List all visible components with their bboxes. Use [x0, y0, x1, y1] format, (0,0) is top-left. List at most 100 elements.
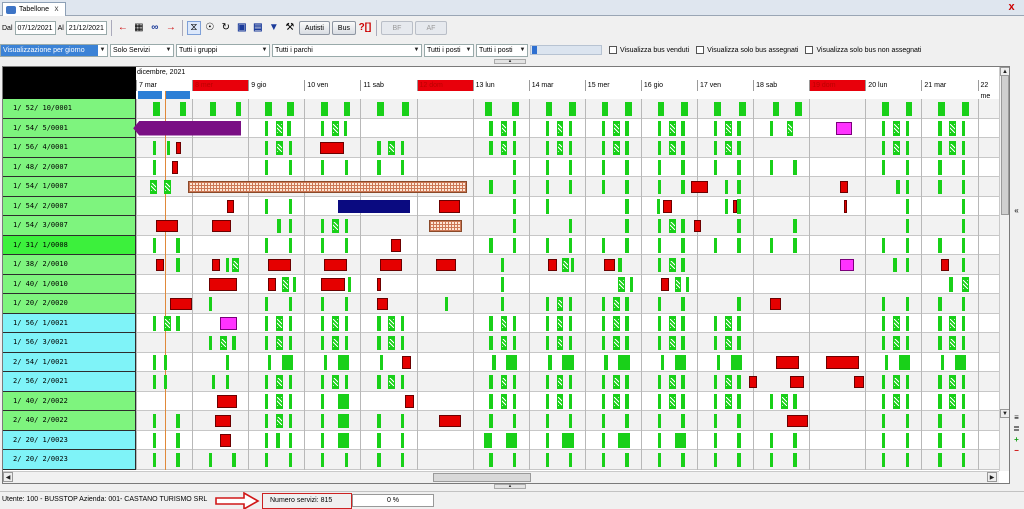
service-bar[interactable]	[545, 374, 549, 389]
service-bar[interactable]	[793, 238, 797, 253]
service-bar[interactable]	[882, 316, 886, 331]
service-bar[interactable]	[512, 218, 517, 233]
service-bar[interactable]	[569, 140, 573, 155]
service-bar[interactable]	[512, 335, 517, 350]
service-bar[interactable]	[321, 316, 325, 331]
service-bar[interactable]	[321, 238, 325, 253]
service-bar[interactable]	[343, 101, 351, 116]
service-bar-conflict[interactable]	[211, 258, 221, 271]
vehicle-row-label[interactable]: 2/ 40/ 2/0022	[3, 411, 136, 431]
service-bar[interactable]	[668, 316, 676, 331]
service-bar-conflict[interactable]	[854, 375, 865, 388]
service-bar[interactable]	[905, 335, 910, 350]
service-bar[interactable]	[681, 296, 685, 311]
service-bar[interactable]	[601, 160, 605, 175]
service-bar[interactable]	[725, 374, 732, 389]
service-bar[interactable]	[337, 413, 350, 428]
service-bar-conflict[interactable]	[694, 219, 701, 232]
service-bar[interactable]	[388, 316, 396, 331]
service-bar[interactable]	[152, 355, 157, 370]
service-bar[interactable]	[512, 140, 517, 155]
service-bar[interactable]	[938, 296, 942, 311]
service-bar[interactable]	[618, 257, 622, 272]
service-bar[interactable]	[681, 179, 685, 194]
service-bar[interactable]	[276, 335, 283, 350]
service-bar[interactable]	[545, 179, 549, 194]
day-header[interactable]: 17 ven	[697, 80, 754, 91]
service-bar[interactable]	[737, 433, 741, 448]
service-bar[interactable]	[377, 316, 381, 331]
service-bar[interactable]	[882, 394, 886, 409]
service-bar[interactable]	[545, 199, 549, 214]
service-bar[interactable]	[500, 374, 508, 389]
service-bar[interactable]	[400, 413, 405, 428]
service-bar-conflict[interactable]	[691, 180, 709, 193]
day-header[interactable]: 11 sab	[360, 80, 417, 91]
service-bar[interactable]	[882, 433, 886, 448]
service-bar[interactable]	[905, 257, 910, 272]
service-bar[interactable]	[265, 296, 269, 311]
service-bar[interactable]	[288, 238, 292, 253]
service-bar[interactable]	[961, 452, 966, 467]
service-bar[interactable]	[276, 140, 283, 155]
service-bar[interactable]	[569, 413, 573, 428]
service-bar[interactable]	[225, 257, 230, 272]
service-bar[interactable]	[713, 335, 718, 350]
vehicle-row-label[interactable]: 1/ 56/ 4/0001	[3, 138, 136, 158]
service-bar[interactable]	[961, 335, 966, 350]
service-bar[interactable]	[152, 374, 157, 389]
service-bar[interactable]	[400, 335, 405, 350]
day-header[interactable]: 14 mar	[528, 80, 585, 91]
service-bar[interactable]	[657, 335, 662, 350]
service-bar[interactable]	[225, 374, 230, 389]
service-bar[interactable]	[681, 160, 685, 175]
vehicle-row-label[interactable]: 2/ 56/ 2/0021	[3, 372, 136, 392]
service-bar-conflict[interactable]	[775, 356, 800, 369]
service-bar[interactable]	[343, 121, 347, 136]
splitter-handle[interactable]: ▴	[494, 59, 526, 64]
service-bar[interactable]	[277, 218, 281, 233]
service-bar[interactable]	[905, 296, 910, 311]
service-bar[interactable]	[288, 218, 292, 233]
service-bar[interactable]	[176, 316, 180, 331]
service-bar[interactable]	[625, 374, 629, 389]
service-bar[interactable]	[265, 140, 269, 155]
service-bar[interactable]	[725, 335, 732, 350]
service-bar[interactable]	[625, 335, 629, 350]
service-bar[interactable]	[265, 199, 269, 214]
service-bar[interactable]	[882, 335, 886, 350]
service-bar[interactable]	[716, 355, 720, 370]
service-bar[interactable]	[625, 413, 629, 428]
service-bar[interactable]	[556, 394, 564, 409]
service-bar[interactable]	[893, 140, 901, 155]
service-bar[interactable]	[961, 199, 966, 214]
service-bar-conflict[interactable]	[377, 297, 389, 310]
vehicle-row-label[interactable]: 1/ 54/ 3/0007	[3, 216, 136, 236]
service-bar-purple[interactable]	[133, 121, 242, 136]
service-bar[interactable]	[657, 452, 662, 467]
day-header[interactable]: 16 gio	[640, 80, 697, 91]
service-bar[interactable]	[601, 433, 605, 448]
service-bar[interactable]	[657, 101, 665, 116]
service-bar[interactable]	[938, 374, 942, 389]
service-bar[interactable]	[569, 452, 573, 467]
service-bar-conflict[interactable]	[436, 258, 456, 271]
close-icon[interactable]: x	[52, 5, 61, 14]
service-bar[interactable]	[949, 277, 953, 292]
service-bar[interactable]	[288, 452, 292, 467]
service-bar[interactable]	[484, 101, 492, 116]
service-bar-conflict[interactable]	[217, 395, 237, 408]
service-bar-conflict[interactable]	[176, 141, 181, 154]
service-bar[interactable]	[938, 160, 942, 175]
service-bar[interactable]	[152, 433, 157, 448]
service-bar[interactable]	[276, 394, 283, 409]
service-bar[interactable]	[961, 394, 966, 409]
service-bar[interactable]	[737, 179, 741, 194]
service-bar[interactable]	[949, 121, 957, 136]
service-bar-conflict[interactable]	[748, 375, 758, 388]
service-bar[interactable]	[511, 101, 519, 116]
day-header[interactable]: 9 gio	[248, 80, 305, 91]
service-bar[interactable]	[681, 394, 685, 409]
service-bar[interactable]	[556, 121, 564, 136]
service-bar[interactable]	[961, 374, 966, 389]
